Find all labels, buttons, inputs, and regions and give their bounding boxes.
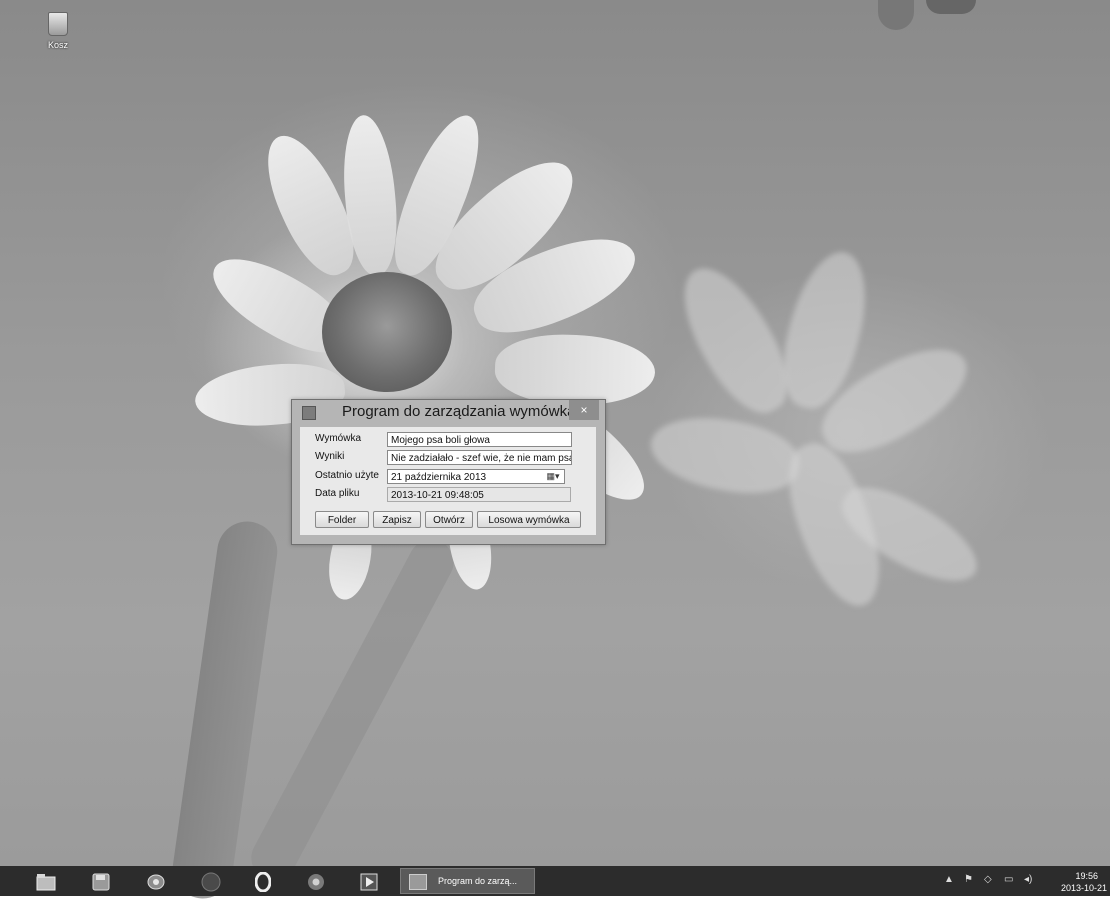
wallpaper-flower-center bbox=[322, 272, 452, 392]
wallpaper-petal bbox=[645, 407, 805, 503]
media-player-icon[interactable] bbox=[358, 872, 380, 892]
window-client-area: Wymówka Mojego psa boli głowa Wyniki Nie… bbox=[300, 427, 596, 535]
desktop: Kosz Program do zarządzania wymówkami × … bbox=[0, 0, 1110, 902]
file-date-field: 2013-10-21 09:48:05 bbox=[387, 487, 571, 502]
taskbar: Program do zarzą... ▲ ⚑ ◇ ▭ ◂) 19:56 201… bbox=[0, 866, 1110, 896]
last-used-label: Ostatnio użyte bbox=[315, 470, 379, 481]
opera-icon[interactable] bbox=[252, 872, 274, 892]
chrome-icon[interactable] bbox=[305, 872, 327, 892]
clock-time[interactable]: 19:56 bbox=[1075, 871, 1098, 881]
taskbar-active-window-button[interactable]: Program do zarzą... bbox=[400, 868, 535, 894]
folder-button[interactable]: Folder bbox=[315, 511, 369, 528]
show-hidden-icons-icon[interactable]: ▲ bbox=[944, 874, 954, 885]
recycle-bin-shortcut[interactable]: Kosz bbox=[38, 12, 78, 62]
taskbar-window-label: Program do zarzą... bbox=[438, 876, 518, 886]
window-titlebar[interactable]: Program do zarządzania wymówkami × bbox=[292, 400, 605, 426]
excuse-field[interactable]: Mojego psa boli głowa bbox=[387, 432, 572, 447]
shield-icon[interactable]: ◇ bbox=[984, 874, 992, 885]
close-button[interactable]: × bbox=[569, 400, 599, 420]
clock-date[interactable]: 2013-10-21 bbox=[1061, 883, 1107, 893]
save-button[interactable]: Zapisz bbox=[373, 511, 421, 528]
browser-icon[interactable] bbox=[200, 872, 222, 892]
network-icon[interactable] bbox=[145, 872, 167, 892]
app-icon[interactable] bbox=[302, 406, 316, 420]
network-status-icon[interactable]: ▭ bbox=[1004, 874, 1013, 885]
wallpaper-petal bbox=[493, 332, 657, 408]
window-title: Program do zarządzania wymówkami bbox=[342, 403, 592, 420]
wallpaper-petal bbox=[664, 253, 806, 427]
excuse-label: Wymówka bbox=[315, 433, 362, 444]
open-button[interactable]: Otwórz bbox=[425, 511, 473, 528]
system-tray: ▲ ⚑ ◇ ▭ ◂) 19:56 2013-10-21 bbox=[930, 866, 1110, 896]
file-date-label: Data pliku bbox=[315, 488, 360, 499]
app-icon bbox=[409, 874, 427, 890]
volume-icon[interactable]: ◂) bbox=[1024, 874, 1032, 885]
recycle-bin-icon bbox=[48, 12, 68, 36]
last-used-value: 21 października 2013 bbox=[391, 472, 487, 483]
wallpaper-figure bbox=[878, 0, 978, 30]
excuse-manager-window: Program do zarządzania wymówkami × Wymów… bbox=[291, 399, 606, 545]
last-used-date-picker[interactable]: 21 października 2013 ▦▾ bbox=[387, 469, 565, 484]
recycle-bin-label: Kosz bbox=[47, 40, 68, 50]
close-icon: × bbox=[580, 403, 588, 417]
file-explorer-icon[interactable] bbox=[35, 872, 57, 892]
results-field[interactable]: Nie zadziałało - szef wie, że nie mam ps… bbox=[387, 450, 572, 465]
results-label: Wyniki bbox=[315, 451, 345, 462]
random-excuse-button[interactable]: Losowa wymówka bbox=[477, 511, 581, 528]
action-center-icon[interactable]: ⚑ bbox=[964, 874, 973, 885]
calendar-dropdown-icon[interactable]: ▦▾ bbox=[544, 471, 562, 482]
floppy-icon[interactable] bbox=[90, 872, 112, 892]
